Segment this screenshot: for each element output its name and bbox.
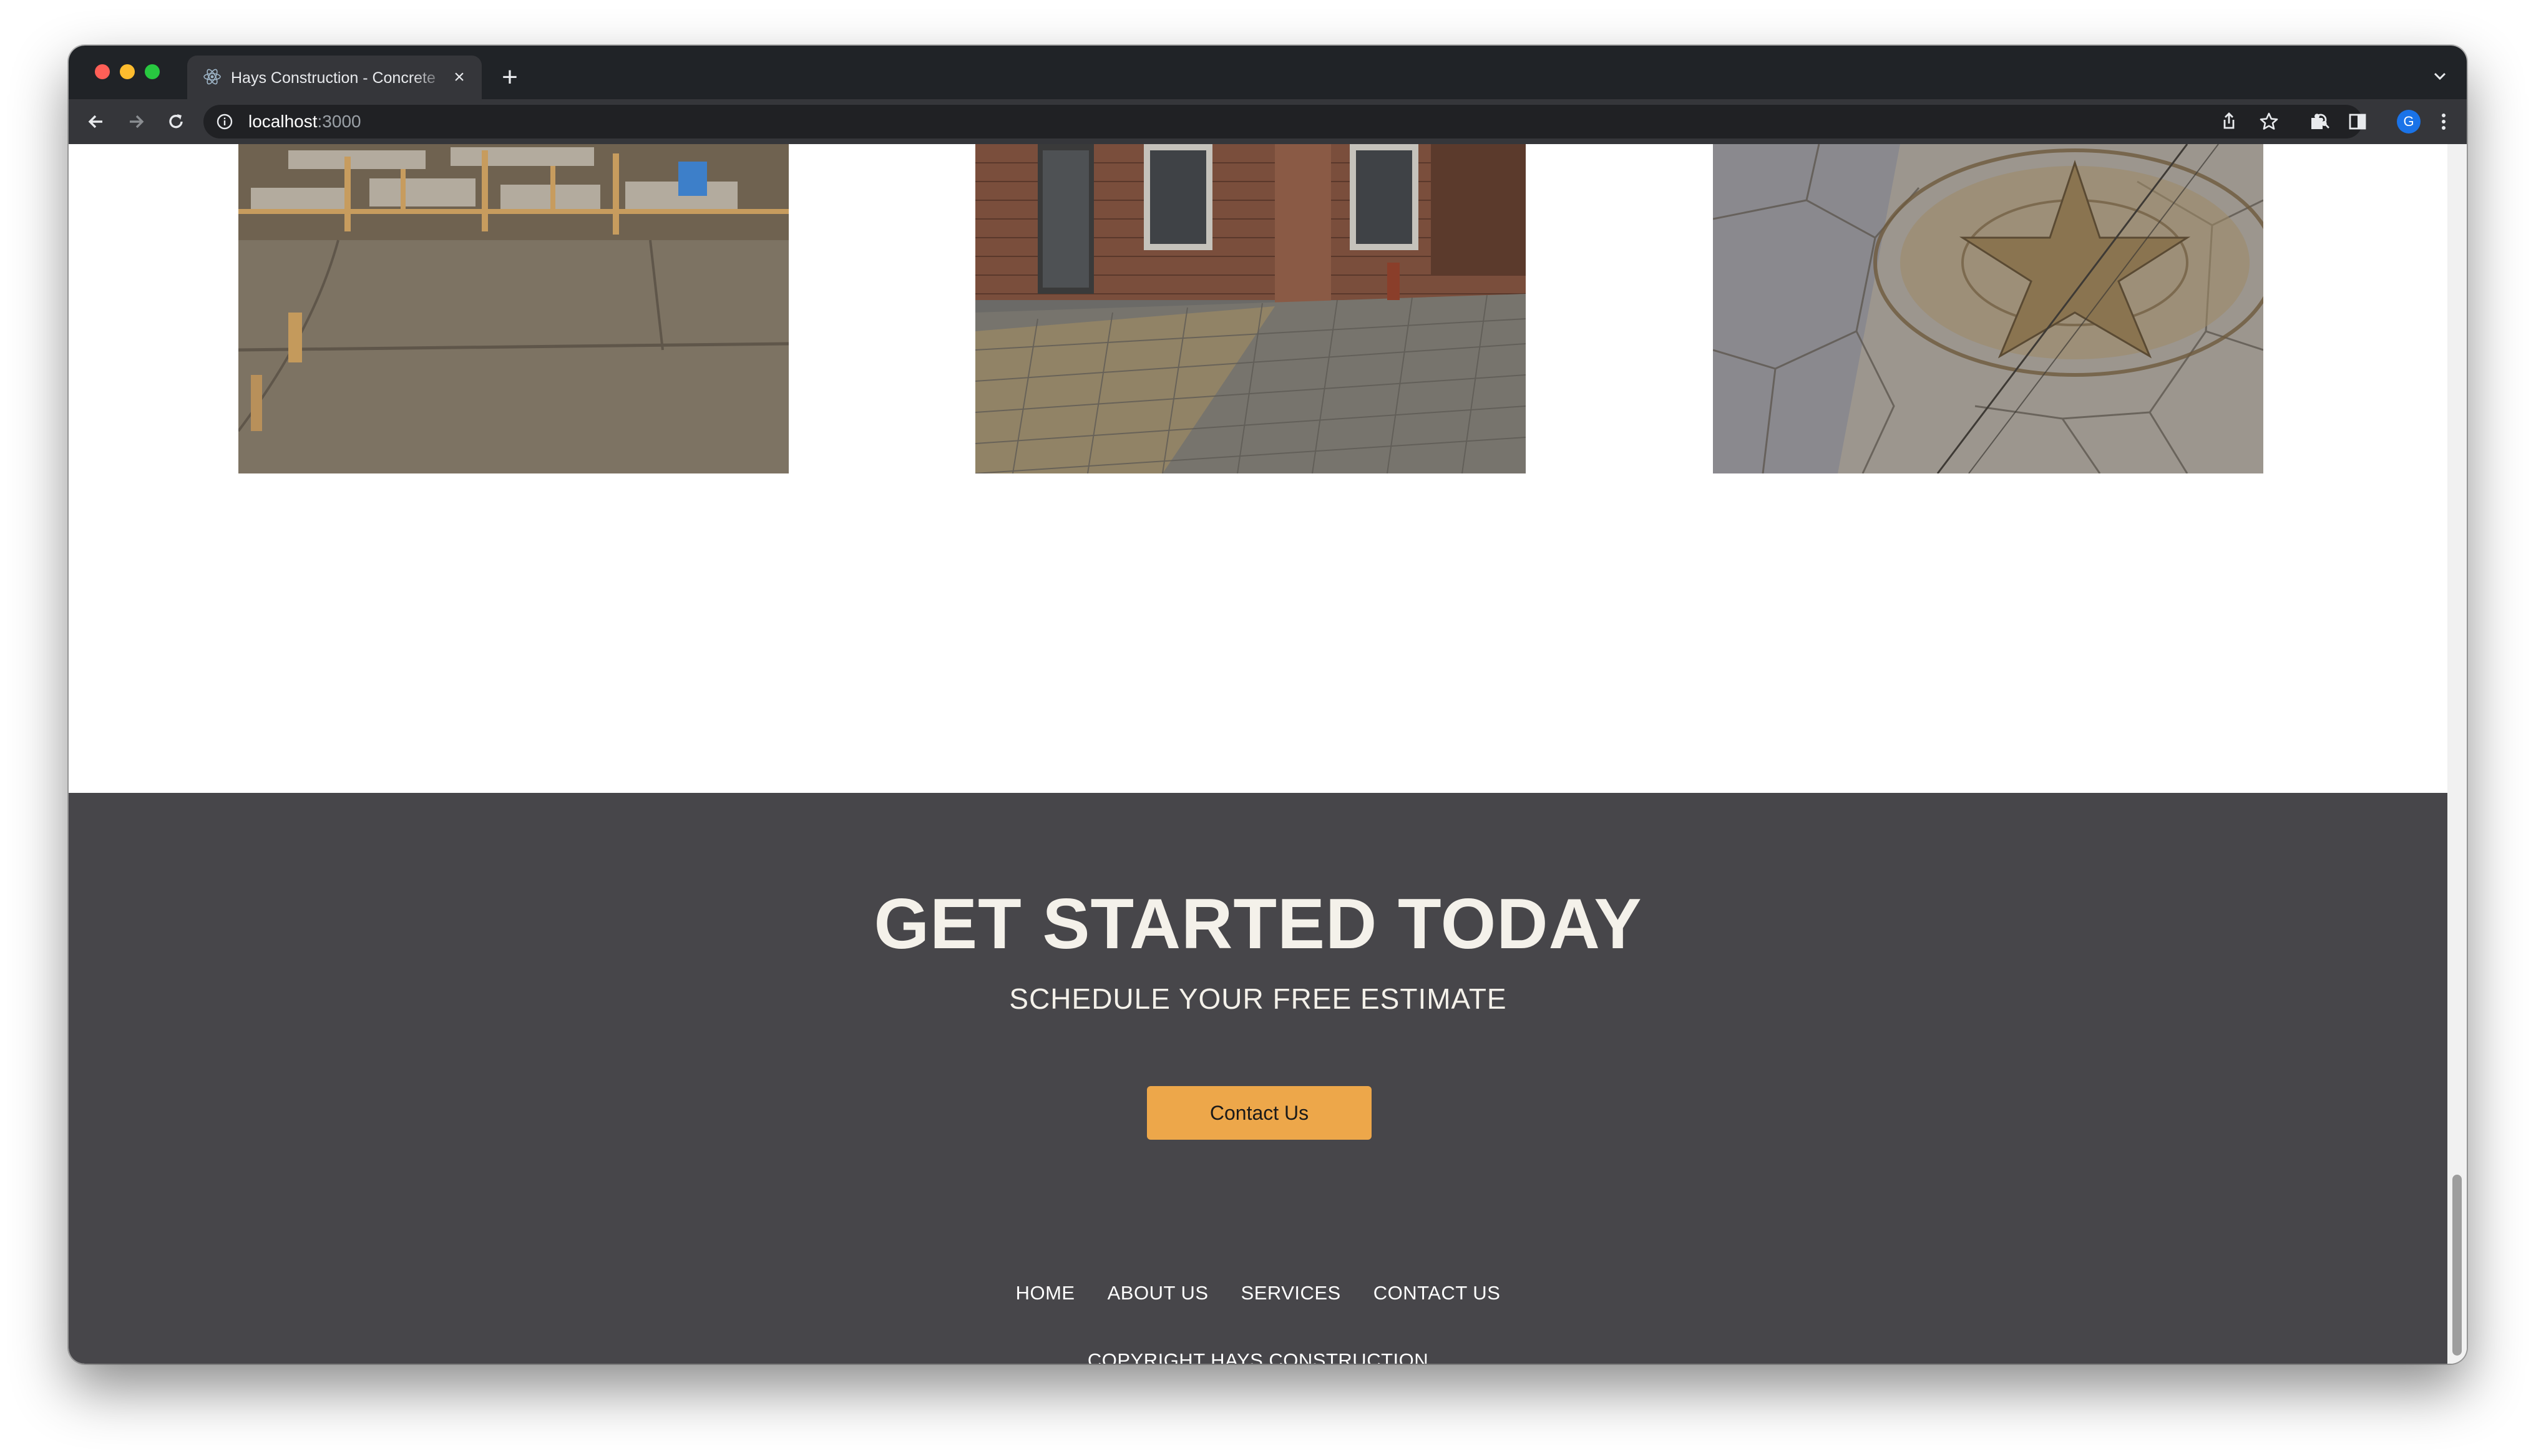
minimize-window-button[interactable] xyxy=(120,64,135,79)
side-panel-icon[interactable] xyxy=(2346,110,2369,133)
footer-link-about-us[interactable]: ABOUT US xyxy=(1108,1282,1209,1304)
screen: Hays Construction - Concrete × + localho xyxy=(0,0,2536,1456)
arrow-left-icon[interactable] xyxy=(85,110,107,133)
scrollbar-thumb[interactable] xyxy=(2452,1175,2462,1356)
profile-avatar[interactable]: G xyxy=(2397,110,2421,133)
close-window-button[interactable] xyxy=(95,64,110,79)
footer-copyright: COPYRIGHT HAYS CONSTRUCTION xyxy=(1087,1349,1429,1364)
url-port: :3000 xyxy=(317,112,361,131)
arrow-right-icon[interactable] xyxy=(125,110,147,133)
puzzle-icon[interactable] xyxy=(2306,110,2329,133)
react-logo-icon xyxy=(203,69,221,85)
chevron-down-icon[interactable] xyxy=(2431,67,2449,85)
info-icon[interactable] xyxy=(216,113,233,130)
gallery-image-new-concrete-slab xyxy=(238,144,789,473)
gallery-image-stamped-brick-patio xyxy=(975,144,1526,473)
cta-subtitle: SCHEDULE YOUR FREE ESTIMATE xyxy=(1009,983,1507,1015)
gallery-image-stamped-star-medallion xyxy=(1713,144,2263,473)
footer-link-services[interactable]: SERVICES xyxy=(1241,1282,1341,1304)
reload-icon[interactable] xyxy=(165,110,187,133)
page-viewport: GET STARTED TODAY SCHEDULE YOUR FREE EST… xyxy=(69,144,2447,1364)
browser-window: Hays Construction - Concrete × + localho xyxy=(69,46,2467,1364)
page-scrollbar[interactable] xyxy=(2447,144,2467,1364)
maximize-window-button[interactable] xyxy=(145,64,160,79)
footer-nav: HOME ABOUT US SERVICES CONTACT US xyxy=(69,1279,2447,1307)
contact-us-button[interactable]: Contact Us xyxy=(1147,1086,1372,1140)
kebab-menu-icon[interactable] xyxy=(2432,110,2455,133)
browser-toolbar: localhost:3000 G xyxy=(69,99,2467,144)
url-host: localhost xyxy=(248,112,318,131)
plus-icon[interactable]: + xyxy=(499,64,520,91)
address-bar[interactable]: localhost:3000 xyxy=(203,105,2363,138)
footer-link-home[interactable]: HOME xyxy=(1016,1282,1075,1304)
cta-title: GET STARTED TODAY xyxy=(874,885,1642,964)
star-icon[interactable] xyxy=(2258,110,2280,133)
tab-title-fade xyxy=(412,62,449,93)
close-icon[interactable]: × xyxy=(449,67,469,87)
tab-title: Hays Construction - Concrete xyxy=(231,69,436,87)
browser-tab[interactable]: Hays Construction - Concrete × xyxy=(187,56,482,99)
url-text[interactable]: localhost:3000 xyxy=(248,110,361,133)
cta-section: GET STARTED TODAY SCHEDULE YOUR FREE EST… xyxy=(69,793,2447,1364)
footer-link-contact-us[interactable]: CONTACT US xyxy=(1373,1282,1501,1304)
tab-strip: Hays Construction - Concrete × + xyxy=(69,46,2467,99)
share-icon[interactable] xyxy=(2218,110,2240,133)
